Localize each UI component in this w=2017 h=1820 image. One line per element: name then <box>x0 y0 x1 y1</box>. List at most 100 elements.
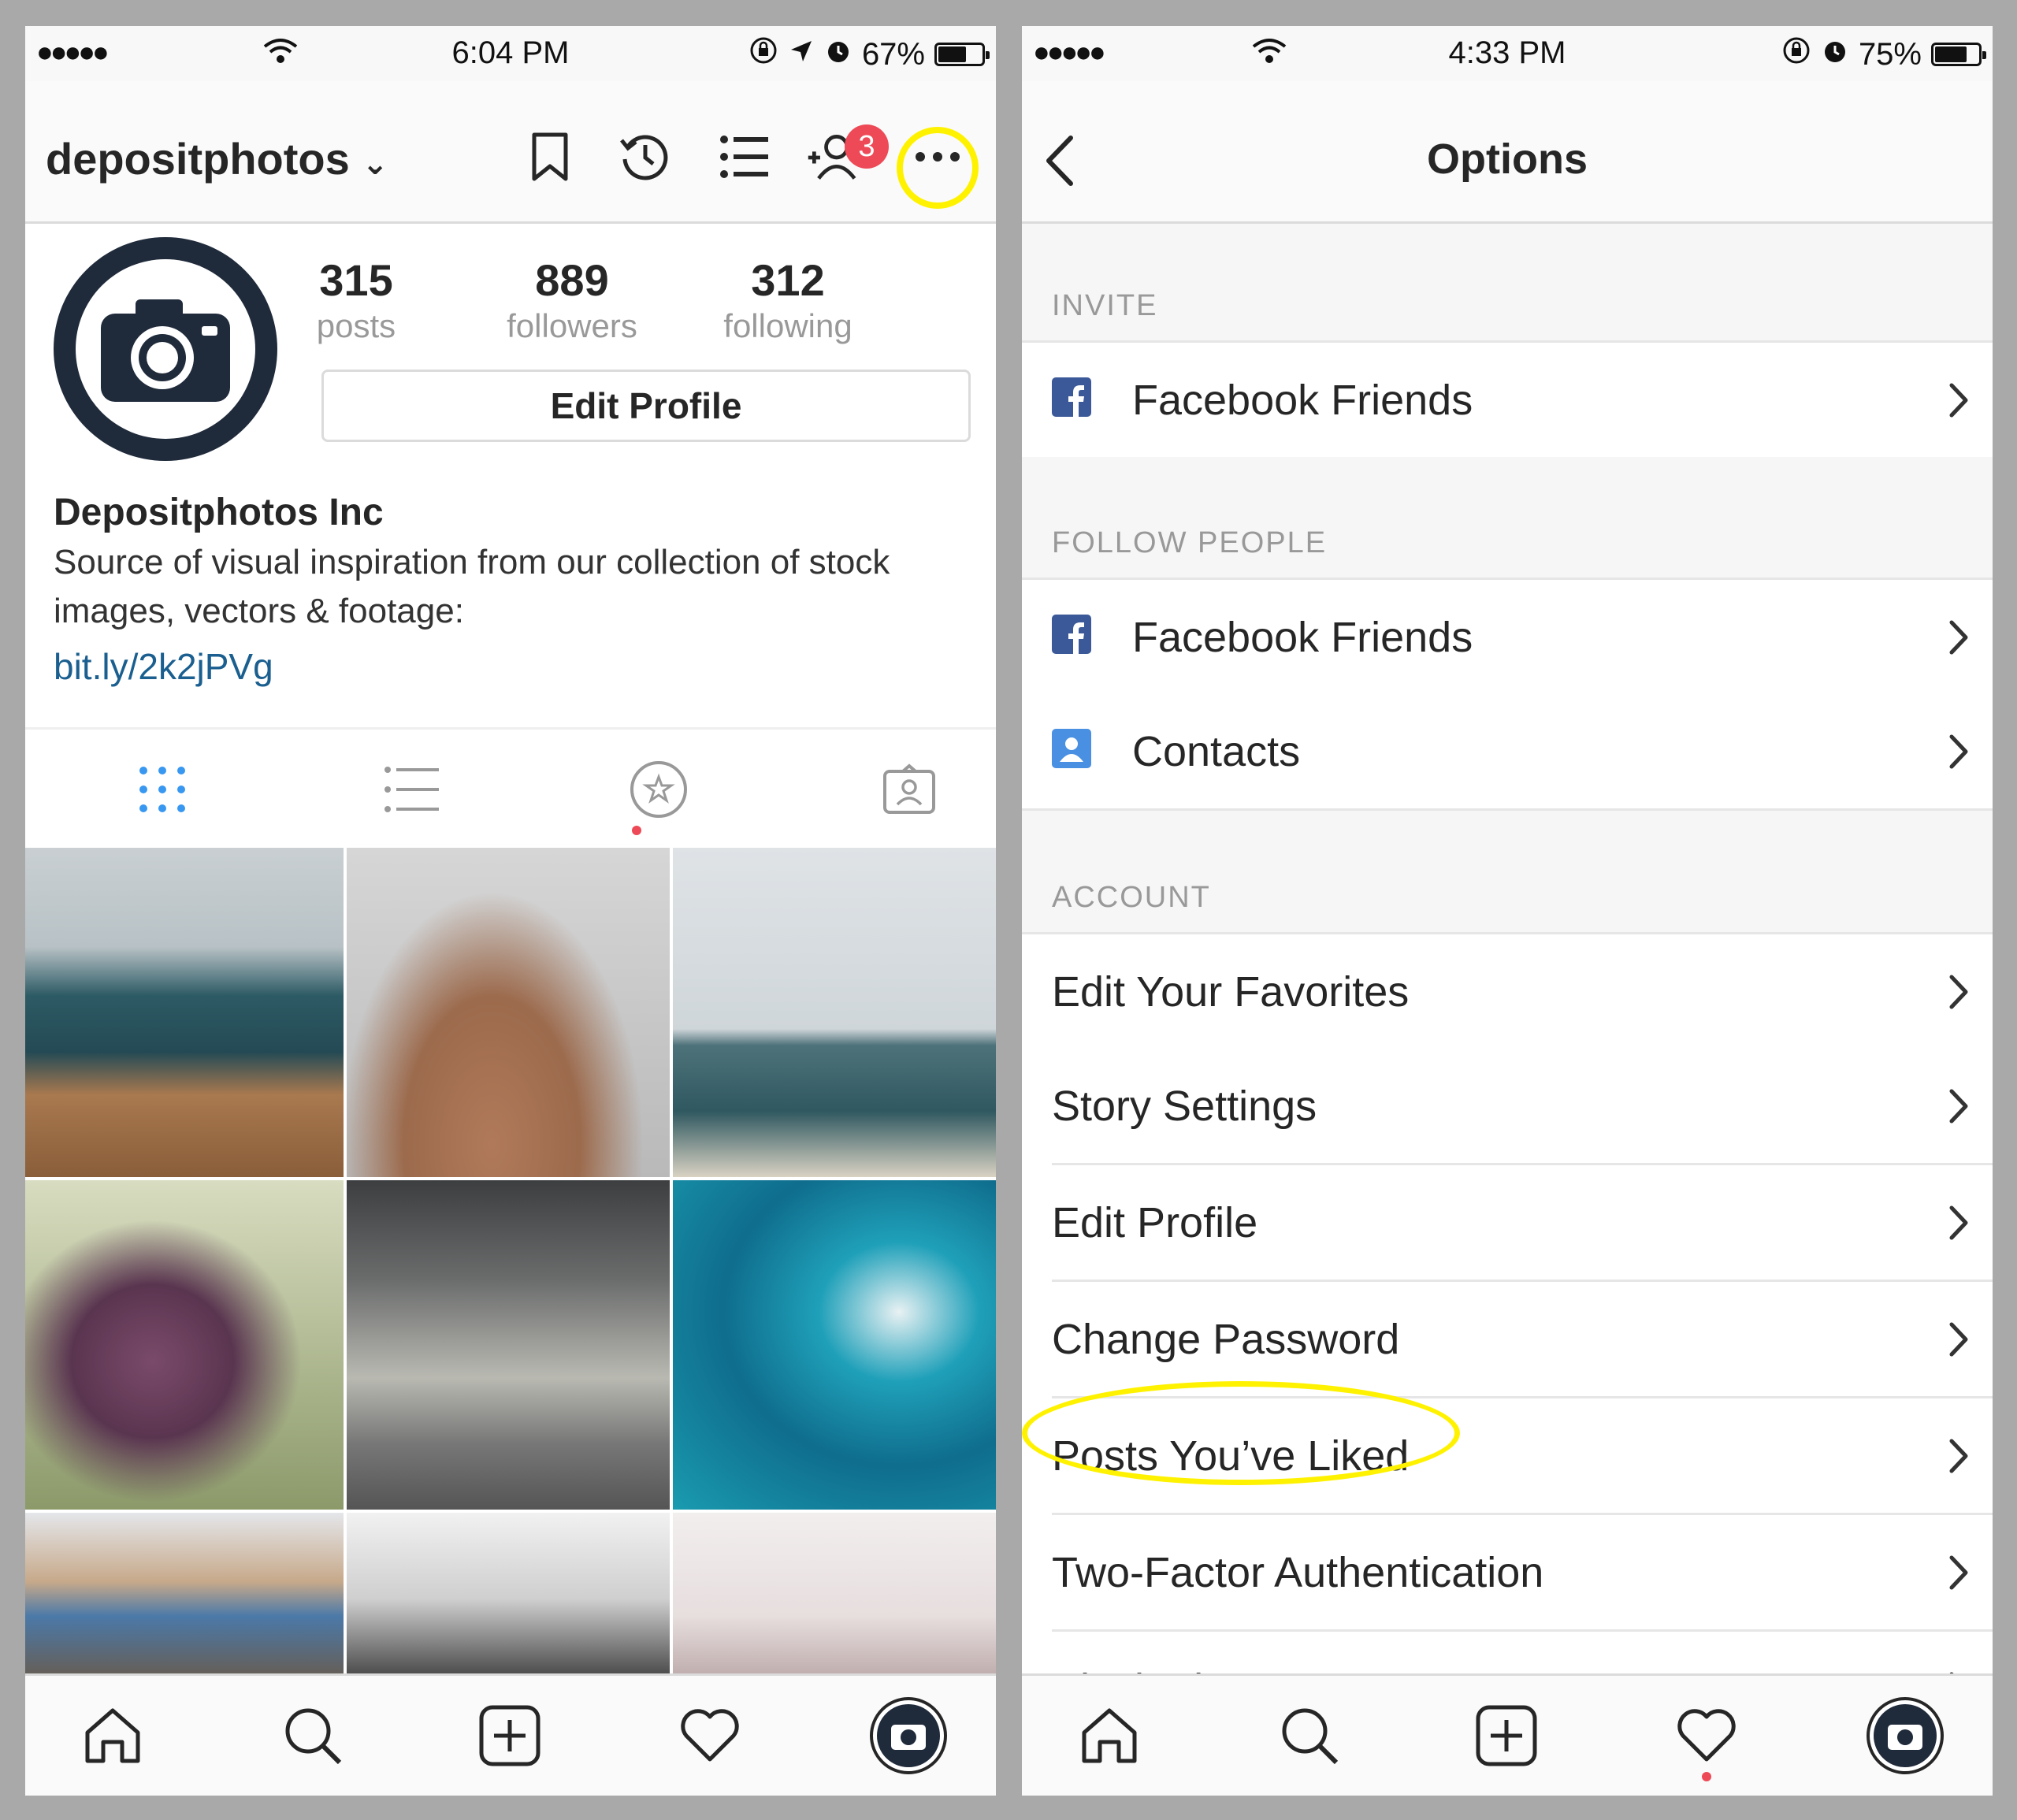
followers-stat[interactable]: 889 followers <box>477 254 667 345</box>
battery-percent: 67% <box>861 36 925 72</box>
list-view-icon[interactable] <box>364 750 459 829</box>
row-label: Facebook Friends <box>1132 614 1473 661</box>
grid-icon[interactable] <box>115 750 210 829</box>
add-post-icon[interactable] <box>1463 1696 1550 1775</box>
location-icon <box>788 37 815 72</box>
followers-count: 889 <box>535 255 609 305</box>
heart-icon[interactable] <box>667 1696 753 1775</box>
following-count: 312 <box>751 255 825 305</box>
lock-rotation-icon <box>1781 35 1811 73</box>
photo-grid <box>25 848 996 1685</box>
posts-label: posts <box>316 307 396 344</box>
star-icon[interactable] <box>611 750 706 829</box>
alarm-icon <box>824 36 852 72</box>
photo-thumbnail[interactable] <box>347 848 670 1177</box>
photo-thumbnail[interactable] <box>347 1180 670 1510</box>
posts-count: 315 <box>319 255 393 305</box>
page-title: Options <box>1427 136 1588 183</box>
bottom-tab-bar <box>25 1673 996 1796</box>
activity-indicator-dot <box>1702 1772 1711 1781</box>
row-label: Facebook Friends <box>1132 377 1473 424</box>
alarm-icon <box>1821 36 1849 72</box>
status-bar: ●●●●● 4:33 PM 75% <box>1022 26 1993 81</box>
row-label: Contacts <box>1132 728 1301 775</box>
row-label: Edit Your Favorites <box>1052 968 1410 1016</box>
photo-thumbnail[interactable] <box>673 848 996 1177</box>
tagged-icon[interactable] <box>862 750 956 829</box>
photo-thumbnail[interactable] <box>673 1513 996 1685</box>
bookmark-icon[interactable] <box>522 128 578 185</box>
two-factor-row[interactable]: Two-Factor Authentication <box>1022 1515 1993 1632</box>
invite-facebook-row[interactable]: Facebook Friends <box>1022 340 1993 459</box>
change-password-row[interactable]: Change Password <box>1022 1282 1993 1398</box>
profile-screen: ●●●●● 6:04 PM 67% depositphotos ⌄ 3 315 … <box>25 26 996 1796</box>
battery-fill <box>1935 46 1967 62</box>
bio-link[interactable]: bit.ly/2k2jPVg <box>54 645 273 688</box>
section-header: ACCOUNT <box>1052 881 1211 914</box>
chevron-right-icon <box>1948 1088 1969 1128</box>
row-label: Change Password <box>1052 1316 1400 1363</box>
battery-percent: 75% <box>1858 36 1922 72</box>
chevron-right-icon <box>1948 734 1969 774</box>
posts-stat[interactable]: 315 posts <box>262 254 451 345</box>
highlight-circle <box>897 127 979 209</box>
home-icon[interactable] <box>69 1696 156 1775</box>
edit-profile-button[interactable]: Edit Profile <box>321 370 971 442</box>
row-label: Edit Profile <box>1052 1199 1258 1246</box>
lock-rotation-icon <box>748 35 778 73</box>
edit-profile-row[interactable]: Edit Profile <box>1022 1165 1993 1282</box>
section-follow-people: FOLLOW PEOPLE <box>1022 457 1993 578</box>
chevron-right-icon <box>1948 974 1969 1014</box>
chevron-right-icon <box>1948 382 1969 422</box>
profile-view-tabs <box>25 727 996 848</box>
section-header: INVITE <box>1052 289 1158 322</box>
status-bar: ●●●●● 6:04 PM 67% <box>25 26 996 81</box>
battery-icon <box>1931 43 1986 66</box>
options-header: Options <box>1022 81 1993 224</box>
list-icon[interactable] <box>715 128 772 185</box>
photo-thumbnail[interactable] <box>25 848 344 1177</box>
profile-tab-icon[interactable] <box>1862 1696 1948 1775</box>
section-invite: INVITE <box>1022 224 1993 340</box>
options-screen: ●●●●● 4:33 PM 75% Options INVITE Faceboo… <box>1022 26 1993 1796</box>
search-icon[interactable] <box>1266 1696 1353 1775</box>
chevron-right-icon <box>1948 1321 1969 1361</box>
battery-fill <box>938 46 966 62</box>
bottom-tab-bar <box>1022 1673 1993 1796</box>
follow-facebook-row[interactable]: Facebook Friends <box>1022 578 1993 696</box>
chevron-right-icon <box>1948 1438 1969 1478</box>
camera-logo-icon <box>101 299 230 402</box>
username-switcher[interactable]: depositphotos ⌄ <box>46 133 388 184</box>
search-icon[interactable] <box>269 1696 356 1775</box>
row-label: Two-Factor Authentication <box>1052 1549 1544 1596</box>
followers-label: followers <box>507 307 637 344</box>
following-label: following <box>723 307 852 344</box>
history-icon[interactable] <box>616 128 673 185</box>
add-post-icon[interactable] <box>466 1696 553 1775</box>
section-header: FOLLOW PEOPLE <box>1052 526 1328 559</box>
full-name: Depositphotos Inc <box>54 492 384 533</box>
photo-thumbnail[interactable] <box>25 1180 344 1510</box>
following-stat[interactable]: 312 following <box>693 254 882 345</box>
edit-favorites-row[interactable]: Edit Your Favorites <box>1022 932 1993 1051</box>
chevron-right-icon <box>1948 1205 1969 1245</box>
notification-badge: 3 <box>845 124 889 169</box>
profile-tab-icon[interactable] <box>865 1696 952 1775</box>
contacts-row[interactable]: Contacts <box>1022 694 1993 811</box>
facebook-icon <box>1052 615 1091 654</box>
battery-icon <box>934 43 990 66</box>
avatar[interactable] <box>54 237 277 461</box>
chevron-right-icon <box>1948 1554 1969 1595</box>
heart-icon[interactable] <box>1663 1696 1750 1775</box>
photo-thumbnail[interactable] <box>347 1513 670 1685</box>
contacts-icon <box>1052 729 1091 768</box>
facebook-icon <box>1052 377 1091 417</box>
photo-thumbnail[interactable] <box>673 1180 996 1510</box>
story-settings-row[interactable]: Story Settings <box>1022 1049 1993 1165</box>
photo-thumbnail[interactable] <box>25 1513 344 1685</box>
section-account: ACCOUNT <box>1022 811 1993 932</box>
chevron-right-icon <box>1948 619 1969 659</box>
highlight-ellipse <box>1022 1381 1460 1485</box>
home-icon[interactable] <box>1066 1696 1153 1775</box>
row-label: Story Settings <box>1052 1083 1317 1130</box>
